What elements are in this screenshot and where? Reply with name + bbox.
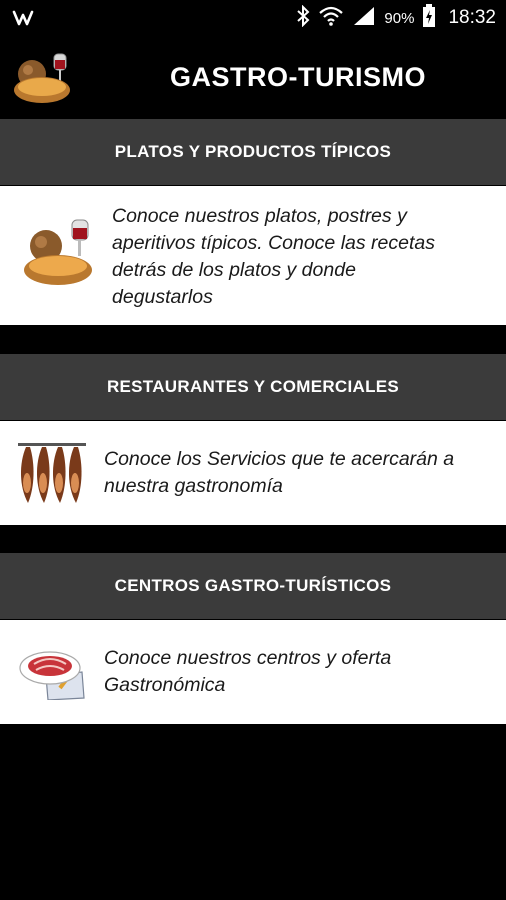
clock: 18:32: [448, 7, 496, 28]
food-basket-icon[interactable]: [10, 50, 74, 108]
battery-percent: 90%: [384, 9, 415, 27]
app-bar: GASTRO-TURISMO: [0, 36, 506, 118]
card-centros[interactable]: Conoce nuestros centros y oferta Gastron…: [0, 620, 506, 724]
ham-plate-icon: [18, 646, 90, 705]
card-restaurantes[interactable]: Conoce los Servicios que te acercarán a …: [0, 421, 506, 525]
battery-icon: [422, 3, 436, 33]
food-basket-icon: [20, 216, 98, 299]
section-header-centros[interactable]: CENTROS GASTRO-TURÍSTICOS: [0, 553, 506, 619]
card-platos[interactable]: Conoce nuestros platos, postres y aperit…: [0, 186, 506, 325]
signal-icon: [352, 5, 376, 32]
section-header-restaurantes[interactable]: RESTAURANTES Y COMERCIALES: [0, 354, 506, 420]
card-description: Conoce nuestros centros y oferta Gastron…: [104, 647, 392, 696]
hams-icon: [16, 439, 88, 512]
wish-icon: [12, 6, 38, 33]
card-description: Conoce nuestros platos, postres y aperit…: [112, 205, 435, 308]
wifi-icon: [318, 5, 344, 32]
section-header-platos[interactable]: PLATOS Y PRODUCTOS TÍPICOS: [0, 119, 506, 185]
bluetooth-icon: [296, 4, 310, 32]
card-description: Conoce los Servicios que te acercarán a …: [104, 448, 455, 497]
status-bar: 90% 18:32: [0, 0, 506, 36]
app-title: GASTRO-TURISMO: [170, 62, 426, 92]
